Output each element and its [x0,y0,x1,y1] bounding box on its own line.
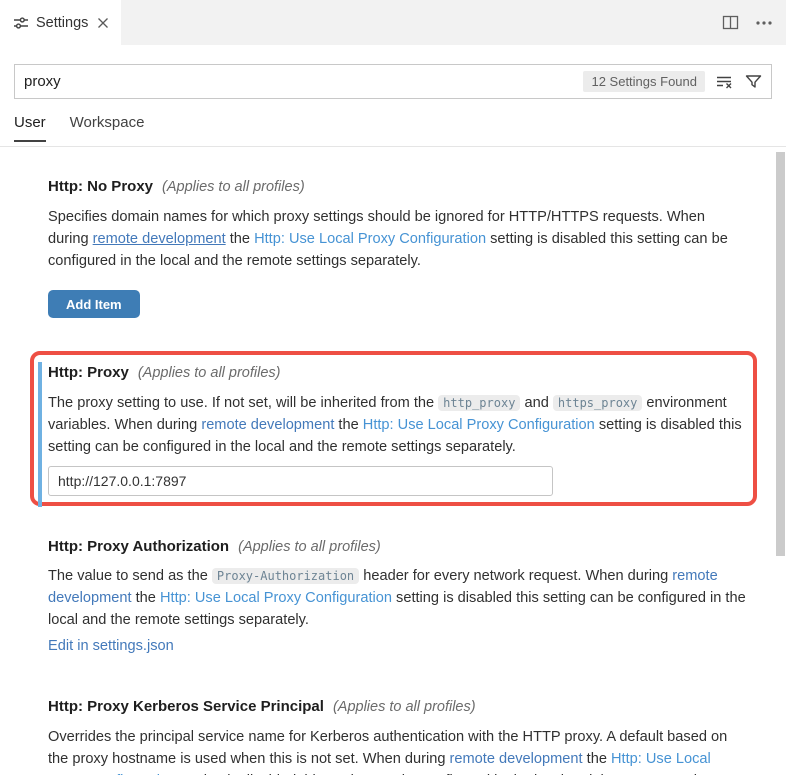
divider [0,146,786,147]
description-text: header for every network request. When d… [359,568,672,584]
editor-tab-bar: Settings [0,0,786,45]
setting-title: Http: Proxy [48,364,129,381]
settings-sliders-icon [13,15,29,31]
setting-scope-note: (Applies to all profiles) [162,179,305,195]
description-link[interactable]: remote development [201,417,334,433]
scope-tabs: User Workspace [14,114,144,142]
http-proxy-value-input[interactable] [48,466,553,496]
split-editor-icon[interactable] [720,13,740,33]
add-item-button[interactable]: Add Item [48,290,140,318]
scope-tab-user[interactable]: User [14,114,46,142]
tab-settings[interactable]: Settings [0,0,121,45]
setting-scope-note: (Applies to all profiles) [333,699,476,715]
setting-description: The proxy setting to use. If not set, wi… [48,392,748,458]
description-link[interactable]: remote development [450,751,583,767]
setting-scope-note: (Applies to all profiles) [238,539,381,555]
description-text: The value to send as the [48,568,212,584]
setting-title-row: Http: No Proxy (Applies to all profiles) [48,178,305,195]
setting-title-row: Http: Proxy (Applies to all profiles) [48,364,281,381]
tab-title: Settings [36,15,88,31]
code-span: https_proxy [553,395,642,411]
description-link[interactable]: Http: Use Local Proxy Configuration [160,590,392,606]
description-text: the [132,590,160,606]
description-text: the [334,417,362,433]
modified-indicator-bar [38,362,42,507]
vscode-settings-editor: Settings 12 Settings Found [0,0,786,775]
more-actions-icon[interactable] [754,13,774,33]
setting-description: Overrides the principal service name for… [48,726,748,775]
tab-close-icon[interactable] [95,14,111,32]
setting-description: The value to send as the Proxy-Authoriza… [48,565,748,631]
setting-title: Http: Proxy Kerberos Service Principal [48,698,324,715]
setting-title: Http: No Proxy [48,178,153,195]
setting-title-row: Http: Proxy Kerberos Service Principal (… [48,698,476,715]
filter-icon[interactable] [743,72,763,92]
clear-search-results-icon[interactable] [714,72,734,92]
results-count-badge: 12 Settings Found [583,71,705,92]
setting-title-row: Http: Proxy Authorization (Applies to al… [48,538,381,555]
description-text: The proxy setting to use. If not set, wi… [48,395,438,411]
vertical-scrollbar-thumb[interactable] [776,152,785,556]
code-span: Proxy-Authorization [212,568,359,584]
description-text: the [583,751,611,767]
edit-in-settings-json-link[interactable]: Edit in settings.json [48,638,174,654]
description-text: and [520,395,552,411]
description-link[interactable]: Http: Use Local Proxy Configuration [254,231,486,247]
code-span: http_proxy [438,395,520,411]
settings-search-input[interactable] [15,65,555,98]
description-text: the [226,231,254,247]
description-link[interactable]: remote development [93,231,226,247]
description-link[interactable]: Http: Use Local Proxy Configuration [363,417,595,433]
setting-title: Http: Proxy Authorization [48,538,229,555]
scope-tab-workspace[interactable]: Workspace [70,114,145,142]
setting-scope-note: (Applies to all profiles) [138,365,281,381]
editor-actions [720,0,774,45]
search-controls: 12 Settings Found [583,64,772,99]
setting-description: Specifies domain names for which proxy s… [48,206,748,272]
